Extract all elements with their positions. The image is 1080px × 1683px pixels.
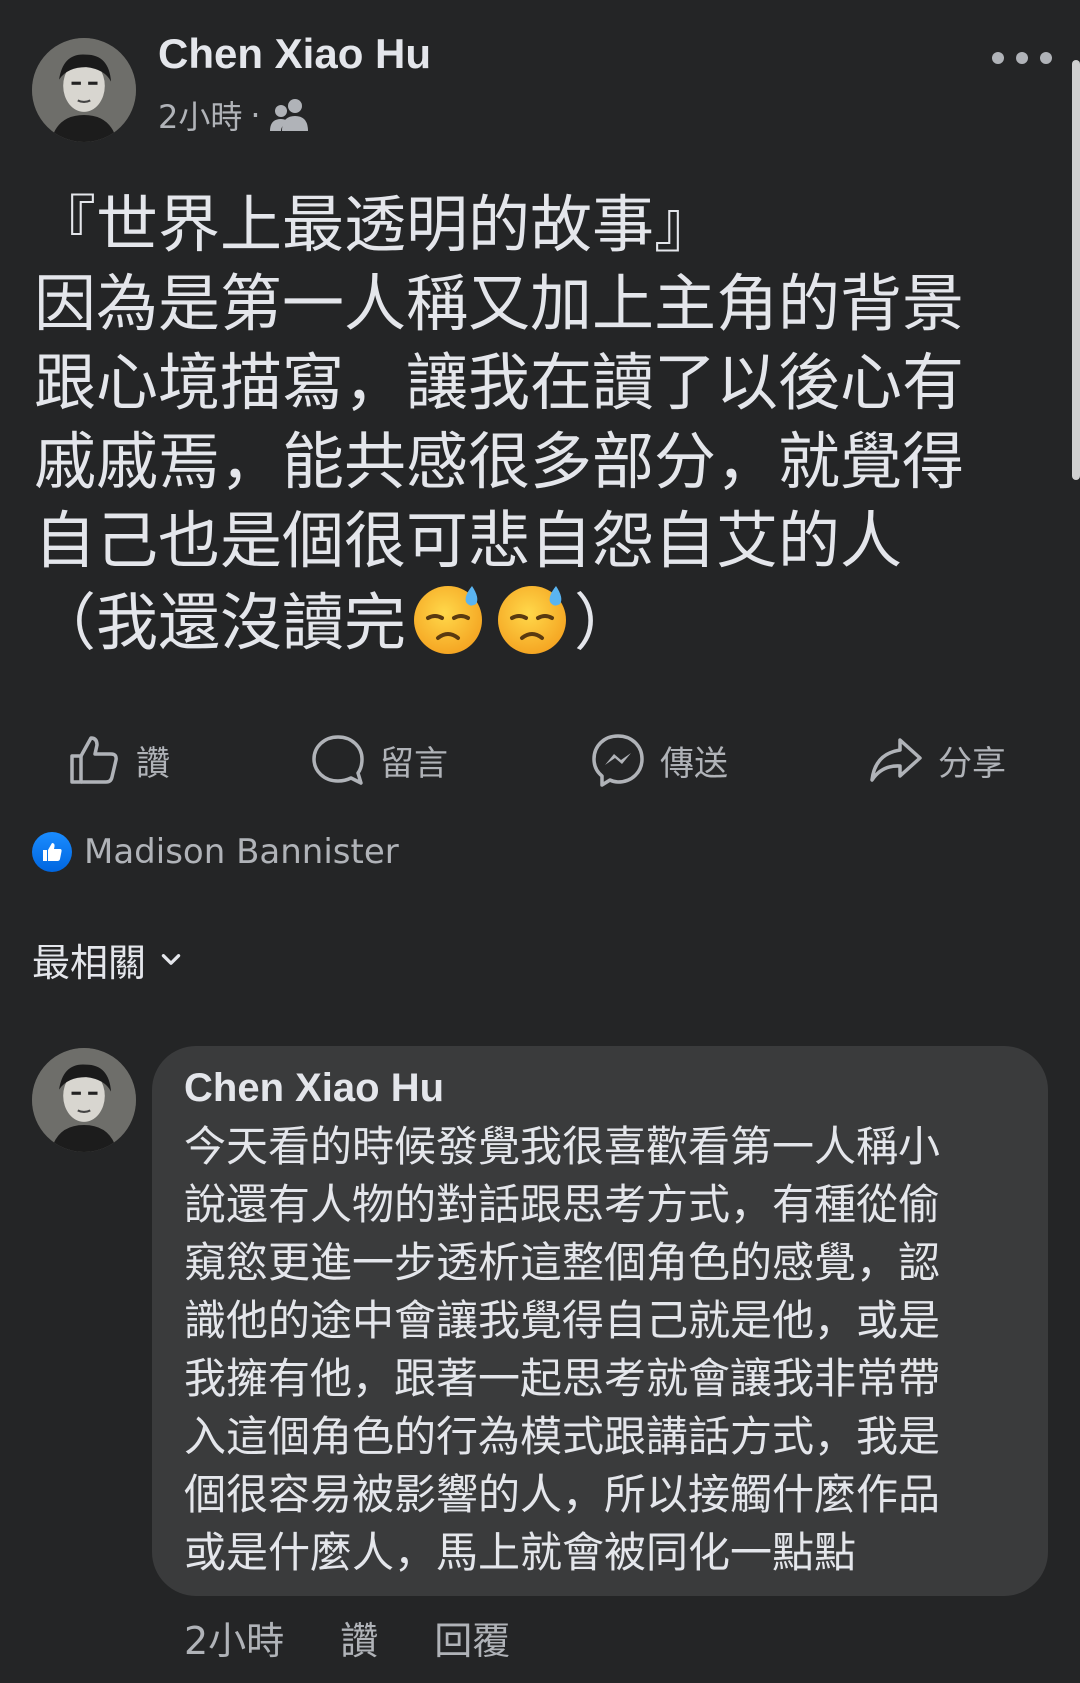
post-timestamp[interactable]: 2小時 xyxy=(158,92,242,138)
thumbs-up-icon xyxy=(70,736,118,784)
send-button[interactable]: 傳送 xyxy=(590,720,728,800)
comment-label: 留言 xyxy=(380,743,448,784)
avatar-portrait xyxy=(32,38,136,142)
more-dot-icon xyxy=(1016,52,1028,64)
post-line: 戚戚焉，能共感很多部分，就覺得 xyxy=(34,425,965,498)
more-dot-icon xyxy=(1040,52,1052,64)
comment-icon xyxy=(312,735,364,785)
comment-reply-button[interactable]: 回覆 xyxy=(434,1610,510,1665)
reactions-summary[interactable]: Madison Bannister xyxy=(32,832,399,872)
like-label: 讚 xyxy=(136,743,170,784)
scrollbar[interactable] xyxy=(1072,60,1080,480)
comment-line: 我擁有他，跟著一起思考就會讓我非常帶 xyxy=(184,1354,941,1403)
sweat-face-emoji-icon xyxy=(414,586,483,654)
send-label: 傳送 xyxy=(660,743,728,784)
messenger-icon xyxy=(592,734,644,787)
comment-line: 識他的途中會讓我覺得自己就是他，或是 xyxy=(184,1296,941,1345)
comment-sort-dropdown[interactable]: 最相關 xyxy=(32,932,184,987)
sweat-face-emoji-icon xyxy=(498,586,567,654)
post-line: 自己也是個很可悲自怨自艾的人 xyxy=(34,504,903,577)
comment-button[interactable]: 留言 xyxy=(310,720,448,800)
post-meta: 2小時 · xyxy=(158,92,311,138)
like-button[interactable]: 讚 xyxy=(66,720,170,800)
more-options-button[interactable] xyxy=(992,38,1052,78)
comment-author-name[interactable]: Chen Xiao Hu xyxy=(184,1066,444,1111)
more-dot-icon xyxy=(992,52,1004,64)
comment-actions: 2小時 讚 回覆 xyxy=(184,1610,510,1665)
comment-line: 個很容易被影響的人，所以接觸什麼作品 xyxy=(184,1470,941,1519)
post-author-name[interactable]: Chen Xiao Hu xyxy=(158,30,431,78)
comment-line: 今天看的時候發覺我很喜歡看第一人稱小 xyxy=(184,1122,941,1171)
sort-label: 最相關 xyxy=(32,941,147,985)
post-line: 因為是第一人稱又加上主角的背景 xyxy=(34,267,965,340)
avatar-portrait xyxy=(32,1048,136,1152)
post-line: 『世界上最透明的故事』 xyxy=(34,188,717,261)
meta-separator: · xyxy=(250,96,261,134)
commenter-avatar[interactable] xyxy=(32,1048,136,1152)
comment-line: 窺慾更進一步透析這整個角色的感覺，認 xyxy=(184,1238,941,1287)
chevron-down-icon xyxy=(161,953,181,965)
friends-icon[interactable] xyxy=(269,97,311,133)
comment-text: 今天看的時候發覺我很喜歡看第一人稱小 說還有人物的對話跟思考方式，有種從偷 窺慾更進… xyxy=(184,1118,984,1582)
comment-line: 或是什麼人，馬上就會被同化一點點 xyxy=(184,1528,857,1577)
post-line: 跟心境描寫，讓我在讀了以後心有 xyxy=(34,346,965,419)
author-avatar[interactable] xyxy=(32,38,136,142)
post-line: （我還沒讀完 xyxy=(34,586,407,659)
post-last-line: （我還沒讀完 ） xyxy=(34,580,1044,662)
post-action-bar: 讚 留言 傳送 分享 xyxy=(0,720,1080,800)
share-arrow-icon xyxy=(870,738,922,782)
post-line-end: ） xyxy=(574,586,637,659)
comment-line: 入這個角色的行為模式跟講話方式，我是 xyxy=(184,1412,941,1461)
reactor-names: Madison Bannister xyxy=(84,832,399,872)
comment-line: 說還有人物的對話跟思考方式，有種從偷 xyxy=(184,1180,941,1229)
share-button[interactable]: 分享 xyxy=(868,720,1006,800)
post-body: 『世界上最透明的故事』 因為是第一人稱又加上主角的背景 跟心境描寫，讓我在讀了以後心… xyxy=(34,185,1044,662)
share-label: 分享 xyxy=(938,743,1006,784)
comment-timestamp[interactable]: 2小時 xyxy=(184,1610,284,1665)
comment-like-button[interactable]: 讚 xyxy=(340,1610,378,1665)
like-reaction-icon xyxy=(32,832,72,872)
